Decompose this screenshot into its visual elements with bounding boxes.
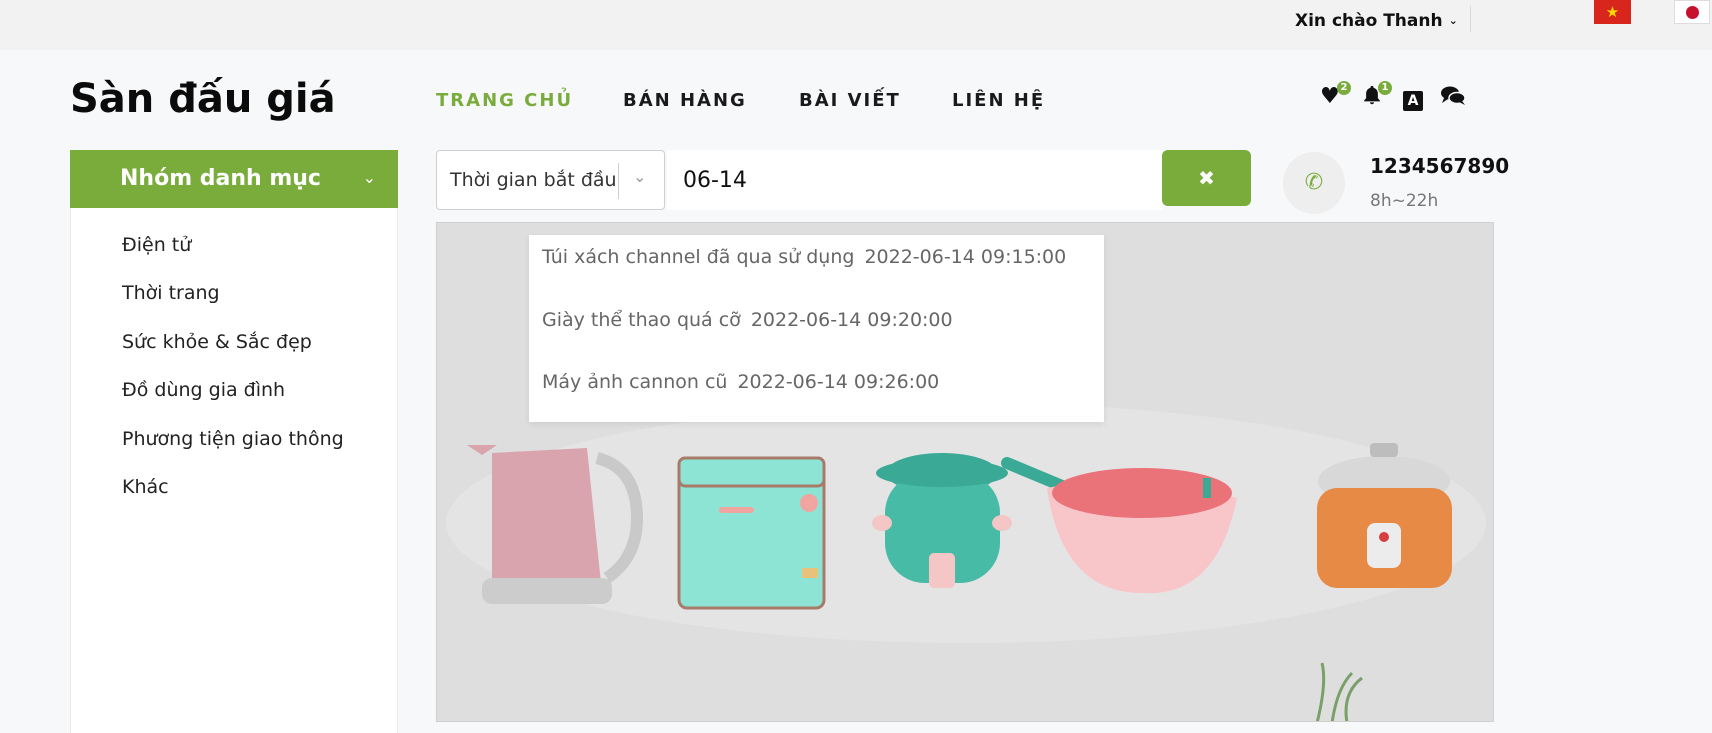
phone-icon: ✆: [1304, 170, 1324, 195]
hotline-number: 1234567890: [1370, 154, 1510, 178]
user-greeting-text: Xin chào Thanh: [1295, 11, 1443, 31]
phone-icon-circle: ✆: [1283, 152, 1345, 214]
suggestion-time: 2022-06-14 09:26:00: [737, 371, 940, 393]
suggestion-name: Máy ảnh cannon cũ: [542, 371, 728, 393]
nav-home[interactable]: TRANG CHỦ: [436, 90, 573, 111]
wishlist-button[interactable]: ♥ 2: [1320, 81, 1351, 109]
japan-flag-icon[interactable]: [1674, 0, 1710, 24]
chat-icon: [1441, 86, 1466, 105]
suggestion-item[interactable]: Túi xách channel đã qua sử dụng 2022-06-1…: [542, 246, 1066, 268]
close-icon: ✖: [1198, 166, 1215, 190]
notification-button[interactable]: 1: [1361, 81, 1392, 112]
suggestion-time: 2022-06-14 09:20:00: [750, 309, 953, 331]
category-item-health-beauty[interactable]: Sức khỏe & Sắc đẹp: [122, 331, 312, 353]
category-item-other[interactable]: Khác: [122, 476, 169, 498]
suggestion-item[interactable]: Giày thể thao quá cỡ 2022-06-14 09:20:00: [542, 309, 953, 331]
clear-search-button[interactable]: ✖: [1162, 150, 1251, 206]
suggestion-time: 2022-06-14 09:15:00: [864, 246, 1067, 268]
select-divider: [618, 163, 619, 199]
mini-fridge-image: [677, 456, 826, 610]
suggestion-name: Túi xách channel đã qua sử dụng: [542, 246, 855, 268]
wishlist-count-badge: 2: [1337, 81, 1351, 95]
vietnam-flag-icon[interactable]: ★: [1594, 0, 1631, 24]
category-list: Điện tử Thời trang Sức khỏe & Sắc đẹp Đồ…: [70, 208, 398, 733]
topbar-divider: [1470, 6, 1471, 32]
top-bar: Xin chào Thanh ⌄ ★: [0, 0, 1712, 50]
nav-posts[interactable]: BÀI VIẾT: [799, 90, 901, 111]
suggestion-name: Giày thể thao quá cỡ: [542, 309, 741, 331]
category-group-header[interactable]: Nhóm danh mục ⌄: [70, 150, 398, 208]
notification-count-badge: 1: [1378, 81, 1392, 95]
search-input[interactable]: [667, 150, 1162, 210]
chevron-down-icon: ⌄: [633, 167, 647, 186]
category-item-fashion[interactable]: Thời trang: [122, 282, 220, 304]
chevron-down-icon: ⌄: [362, 168, 376, 187]
chat-button[interactable]: [1440, 85, 1466, 113]
font-a-icon: A: [1403, 91, 1423, 111]
nav-sell[interactable]: BÁN HÀNG: [623, 90, 747, 111]
category-item-vehicles[interactable]: Phương tiện giao thông: [122, 428, 344, 450]
suggestion-item[interactable]: Máy ảnh cannon cũ 2022-06-14 09:26:00: [542, 371, 939, 393]
nav-contact[interactable]: LIÊN HỆ: [952, 90, 1045, 111]
category-item-household[interactable]: Đồ dùng gia đình: [122, 379, 285, 401]
hotline-hours: 8h~22h: [1370, 191, 1439, 211]
category-group-title: Nhóm danh mục: [120, 166, 321, 191]
chevron-down-icon: ⌄: [1448, 14, 1458, 27]
search-filter-value: Thời gian bắt đầu: [450, 169, 617, 191]
search-suggestions-dropdown: Túi xách channel đã qua sử dụng 2022-06-1…: [529, 235, 1104, 422]
category-item-electronics[interactable]: Điện tử: [122, 234, 191, 256]
user-greeting-dropdown[interactable]: Xin chào Thanh ⌄: [1295, 11, 1458, 31]
search-filter-select[interactable]: Thời gian bắt đầu ⌄: [436, 150, 665, 210]
rice-cooker-orange-image: [1317, 443, 1452, 588]
translate-button[interactable]: A: [1403, 86, 1423, 111]
site-logo[interactable]: Sàn đấu giá: [70, 76, 336, 122]
